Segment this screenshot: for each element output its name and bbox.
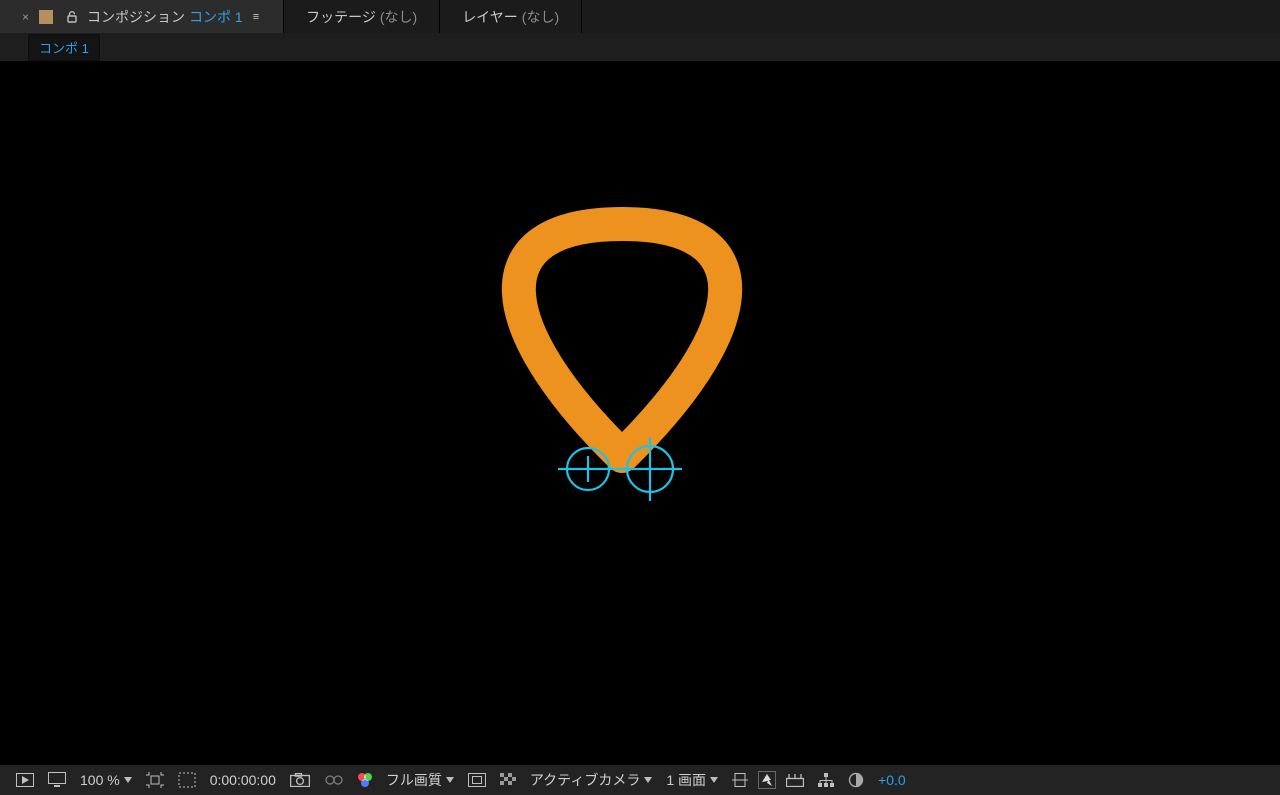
tab-label-prefix: コンポジション	[87, 7, 185, 27]
tab-composition[interactable]: × コンポジション コンポ 1 ≡	[0, 0, 284, 33]
always-preview-icon[interactable]	[12, 769, 38, 791]
zoom-dropdown[interactable]: 100 %	[76, 769, 136, 791]
snapshot-icon[interactable]	[286, 769, 314, 791]
safe-zones-icon[interactable]	[464, 769, 490, 791]
tab-layer-suffix: (なし)	[522, 7, 559, 27]
shape-path[interactable]	[519, 224, 725, 456]
tab-label-name: コンポ 1	[189, 7, 243, 27]
breadcrumb: コンポ 1	[0, 33, 1280, 61]
timeline-icon[interactable]	[782, 769, 808, 791]
timecode[interactable]: 0:00:00:00	[206, 769, 280, 791]
tab-footage-suffix: (なし)	[380, 7, 417, 27]
rgb-channels-icon[interactable]	[354, 769, 376, 791]
tab-layer-label: レイヤー	[462, 7, 518, 27]
monitor-icon[interactable]	[44, 769, 70, 791]
panel-tab-bar: × コンポジション コンポ 1 ≡ フッテージ (なし) レイヤー (なし)	[0, 0, 1280, 33]
fast-preview-icon[interactable]	[758, 771, 776, 789]
transparency-grid-icon[interactable]	[174, 769, 200, 791]
resolution-dropdown[interactable]: フル画質	[382, 769, 458, 791]
exposure-value[interactable]: +0.0	[874, 769, 910, 791]
reset-exposure-icon[interactable]	[844, 769, 868, 791]
tab-footage[interactable]: フッテージ (なし)	[284, 0, 440, 33]
roi-icon[interactable]	[142, 769, 168, 791]
viewport[interactable]	[0, 61, 1280, 765]
pixel-aspect-icon[interactable]	[728, 769, 752, 791]
flowchart-icon[interactable]	[814, 769, 838, 791]
composition-icon	[39, 10, 53, 24]
close-icon[interactable]: ×	[22, 10, 29, 24]
breadcrumb-item[interactable]: コンポ 1	[28, 34, 100, 61]
views-dropdown[interactable]: 1 画面	[662, 769, 722, 791]
show-channel-icon[interactable]	[320, 769, 348, 791]
tab-menu-icon[interactable]: ≡	[253, 11, 261, 23]
tab-layer[interactable]: レイヤー (なし)	[440, 0, 582, 33]
grid-icon[interactable]	[496, 769, 520, 791]
tab-footage-label: フッテージ	[306, 7, 376, 27]
unlock-icon[interactable]	[65, 10, 79, 24]
viewer-control-bar: 100 % 0:00:00:00 フル画質	[0, 765, 1280, 795]
camera-dropdown[interactable]: アクティブカメラ	[526, 769, 656, 791]
